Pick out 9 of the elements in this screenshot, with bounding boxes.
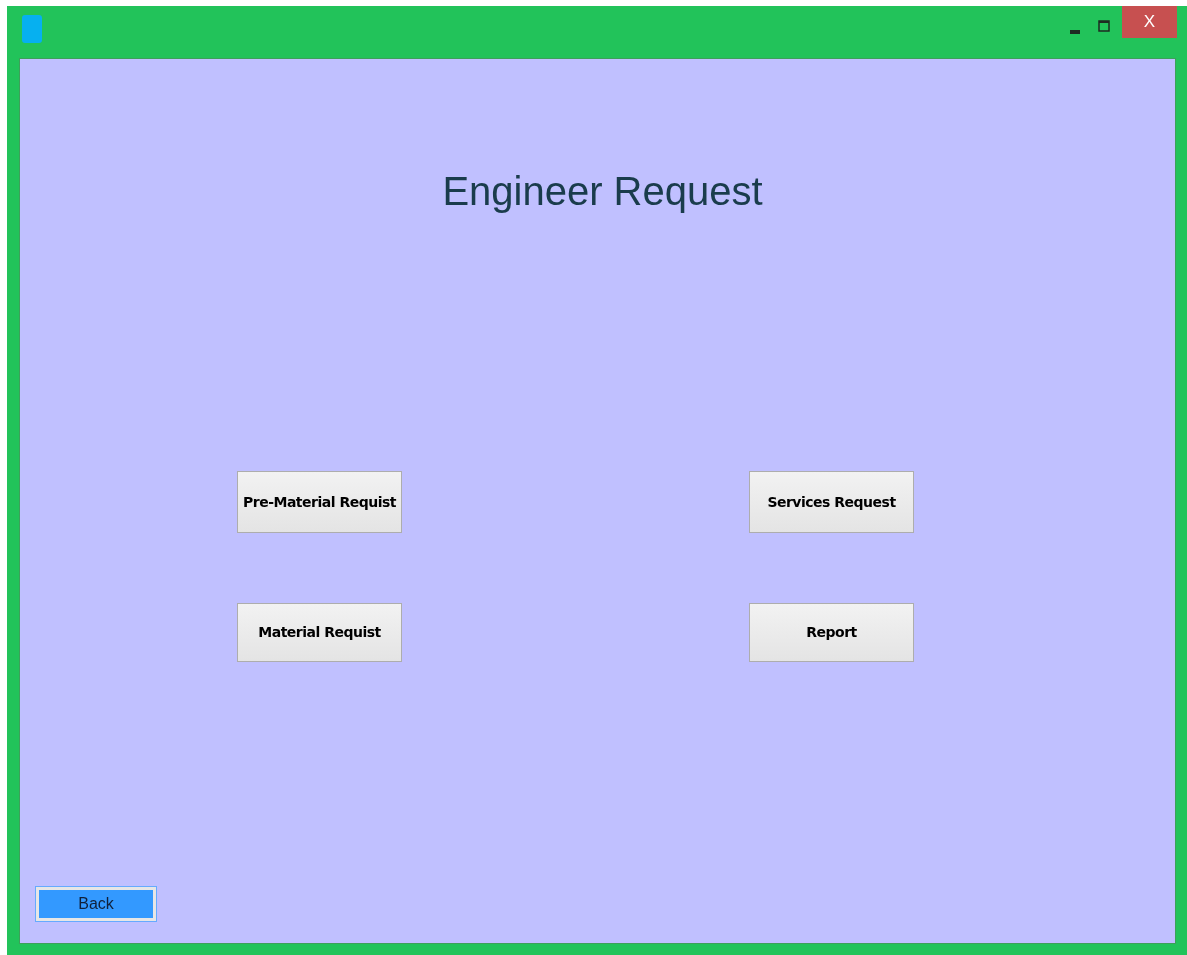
page-title: Engineer Request	[442, 168, 763, 215]
menu-button[interactable]: Pre-Material Requist	[237, 471, 402, 533]
close-button[interactable]: X	[1122, 6, 1177, 38]
menu-button[interactable]: Material Requist	[237, 603, 402, 662]
menu-button[interactable]: Report	[749, 603, 914, 662]
back-button[interactable]: Back	[36, 887, 156, 921]
maximize-icon[interactable]	[1098, 20, 1110, 32]
menu-button[interactable]: Services Request	[749, 471, 914, 533]
app-icon	[22, 15, 42, 43]
